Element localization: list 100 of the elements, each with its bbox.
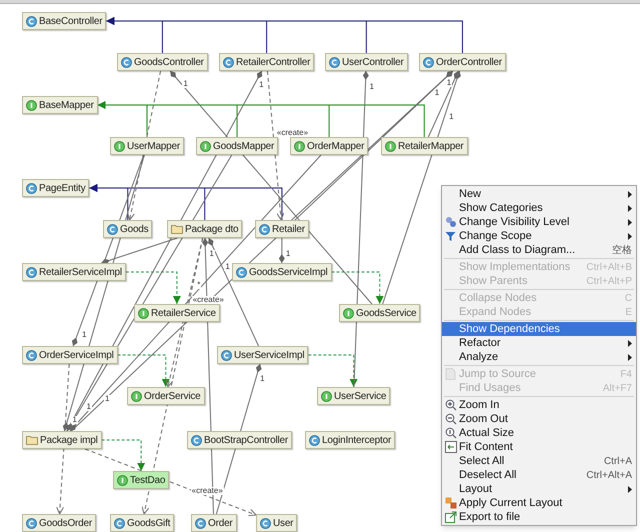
multiplicity-label: 1	[368, 82, 375, 91]
diagram-node[interactable]: BootStrapController	[187, 431, 292, 449]
menu-item[interactable]: Change Visibility Level	[442, 215, 636, 229]
diagram-node[interactable]: UserService	[317, 387, 390, 405]
class-icon	[121, 56, 132, 68]
diagram-node[interactable]: RetailerController	[219, 53, 314, 71]
multiplicity-label: 1	[224, 263, 231, 272]
diagram-node[interactable]: UserMapper	[110, 137, 184, 155]
submenu-arrow-icon	[628, 486, 632, 492]
menu-item[interactable]: Refactor	[442, 336, 636, 350]
multiplicity-label: *	[196, 280, 202, 289]
diagram-node[interactable]: GoodsService	[339, 304, 420, 322]
interface-icon	[26, 100, 37, 110]
menu-item[interactable]: Zoom In	[442, 398, 636, 412]
multiplicity-label: 1	[208, 250, 215, 258]
diagram-node[interactable]: LoginInterceptor	[305, 431, 396, 449]
realization-arrow	[117, 354, 170, 388]
menu-item[interactable]: Apply Current Layout	[442, 496, 636, 510]
class-icon	[260, 518, 271, 528]
menu-item[interactable]: New	[442, 187, 636, 201]
multiplicity-label: 1	[71, 416, 78, 424]
multiplicity-label: 1	[86, 403, 92, 412]
class-icon	[114, 518, 125, 528]
export-icon	[445, 511, 457, 523]
menu-item[interactable]: Deselect All Ctrl+Alt+A	[442, 468, 636, 482]
class-icon	[26, 350, 37, 360]
interface-icon	[131, 390, 142, 402]
diagram-node[interactable]: GoodsController	[117, 53, 208, 71]
diagram-node[interactable]: OrderService	[127, 387, 205, 405]
class-icon	[236, 266, 247, 278]
interface-icon	[294, 140, 305, 152]
class-icon	[191, 434, 202, 446]
diagram-node[interactable]: Package dto	[167, 220, 242, 238]
menu-item[interactable]: Select All Ctrl+A	[442, 454, 636, 468]
diagram-node[interactable]: UserServiceImpl	[217, 346, 308, 364]
interface-icon	[114, 140, 125, 152]
class-icon	[26, 16, 37, 26]
interface-icon	[138, 308, 149, 318]
diagram-node[interactable]: GoodsServiceImpl	[232, 263, 332, 281]
interface-icon	[343, 308, 354, 318]
diagram-node[interactable]: RetailerServiceImpl	[22, 263, 126, 281]
diagram-node[interactable]: Package impl	[22, 431, 102, 449]
class-icon	[309, 434, 320, 446]
visibility-icon	[445, 216, 457, 228]
multiplicity-label: 1	[258, 81, 265, 90]
filter-icon	[445, 230, 456, 242]
diagram-node[interactable]: UserController	[325, 53, 408, 71]
diagram-node[interactable]: OrderMapper	[290, 137, 368, 155]
menu-item[interactable]: Show Categories	[442, 201, 636, 215]
realization-arrow	[331, 272, 384, 304]
folder-icon	[171, 224, 183, 234]
class-icon	[329, 56, 340, 68]
menu-item[interactable]: Zoom Out	[442, 412, 636, 426]
zoom-out-icon	[445, 413, 457, 425]
diagram-node[interactable]: OrderServiceImpl	[22, 346, 118, 364]
multiplicity-label: 1	[80, 330, 88, 339]
diagram-node[interactable]: RetailerMapper	[381, 137, 468, 155]
diagram-node[interactable]: Order	[191, 514, 237, 532]
diagram-node[interactable]: Retailer	[255, 220, 309, 238]
diagram-node[interactable]: GoodsOrder	[22, 514, 96, 532]
interface-icon	[200, 140, 211, 152]
realization-arrow	[125, 272, 181, 304]
multiplicity-label: 1	[182, 80, 189, 88]
class-icon	[221, 350, 232, 360]
multiplicity-label: 1	[434, 89, 440, 98]
diagram-node[interactable]: RetailerService	[134, 304, 220, 322]
stereotype-label: «create»	[276, 128, 310, 137]
diagram-node[interactable]: GoodsGift	[110, 514, 174, 532]
multiplicity-label: 1	[104, 394, 110, 403]
multiplicity-label: 1	[284, 250, 292, 258]
diagram-node[interactable]: GoodsMapper	[196, 137, 278, 155]
multiplicity-label: 1	[448, 112, 455, 121]
realization-arrow	[308, 354, 358, 388]
class-icon	[107, 224, 118, 234]
menu-item[interactable]: Add Class to Diagram... 空格	[442, 243, 636, 257]
folder-icon	[26, 435, 38, 445]
fit-content-icon	[445, 441, 457, 453]
class-icon	[223, 56, 234, 68]
diagram-node[interactable]: BaseMapper	[22, 96, 98, 114]
menu-item[interactable]: Analyze	[442, 350, 636, 364]
diagram-node[interactable]: BaseController	[22, 12, 106, 30]
diagram-node[interactable]: PageEntity	[22, 179, 90, 197]
menu-item[interactable]: Actual Size	[442, 426, 636, 440]
menu-item[interactable]: Fit Content	[442, 440, 636, 454]
class-icon	[423, 56, 434, 68]
diagram-node[interactable]: OrderController	[419, 53, 506, 71]
class-icon	[26, 266, 37, 278]
menu-item[interactable]: Change Scope	[442, 229, 636, 243]
menu-item[interactable]: Export to file	[442, 510, 636, 524]
diagram-node[interactable]: TestDao	[113, 471, 170, 489]
magnifier-icon	[445, 427, 457, 439]
interface-icon	[385, 140, 396, 152]
realization-arrow	[101, 440, 146, 472]
zoom-in-icon	[445, 399, 457, 411]
class-icon	[26, 182, 37, 194]
interface-icon	[321, 390, 332, 402]
diagram-node[interactable]: Goods	[103, 220, 152, 238]
menu-item[interactable]: Layout	[442, 482, 636, 496]
diagram-node[interactable]: User	[256, 514, 298, 532]
menu-item[interactable]: Show Dependencies	[442, 322, 636, 336]
